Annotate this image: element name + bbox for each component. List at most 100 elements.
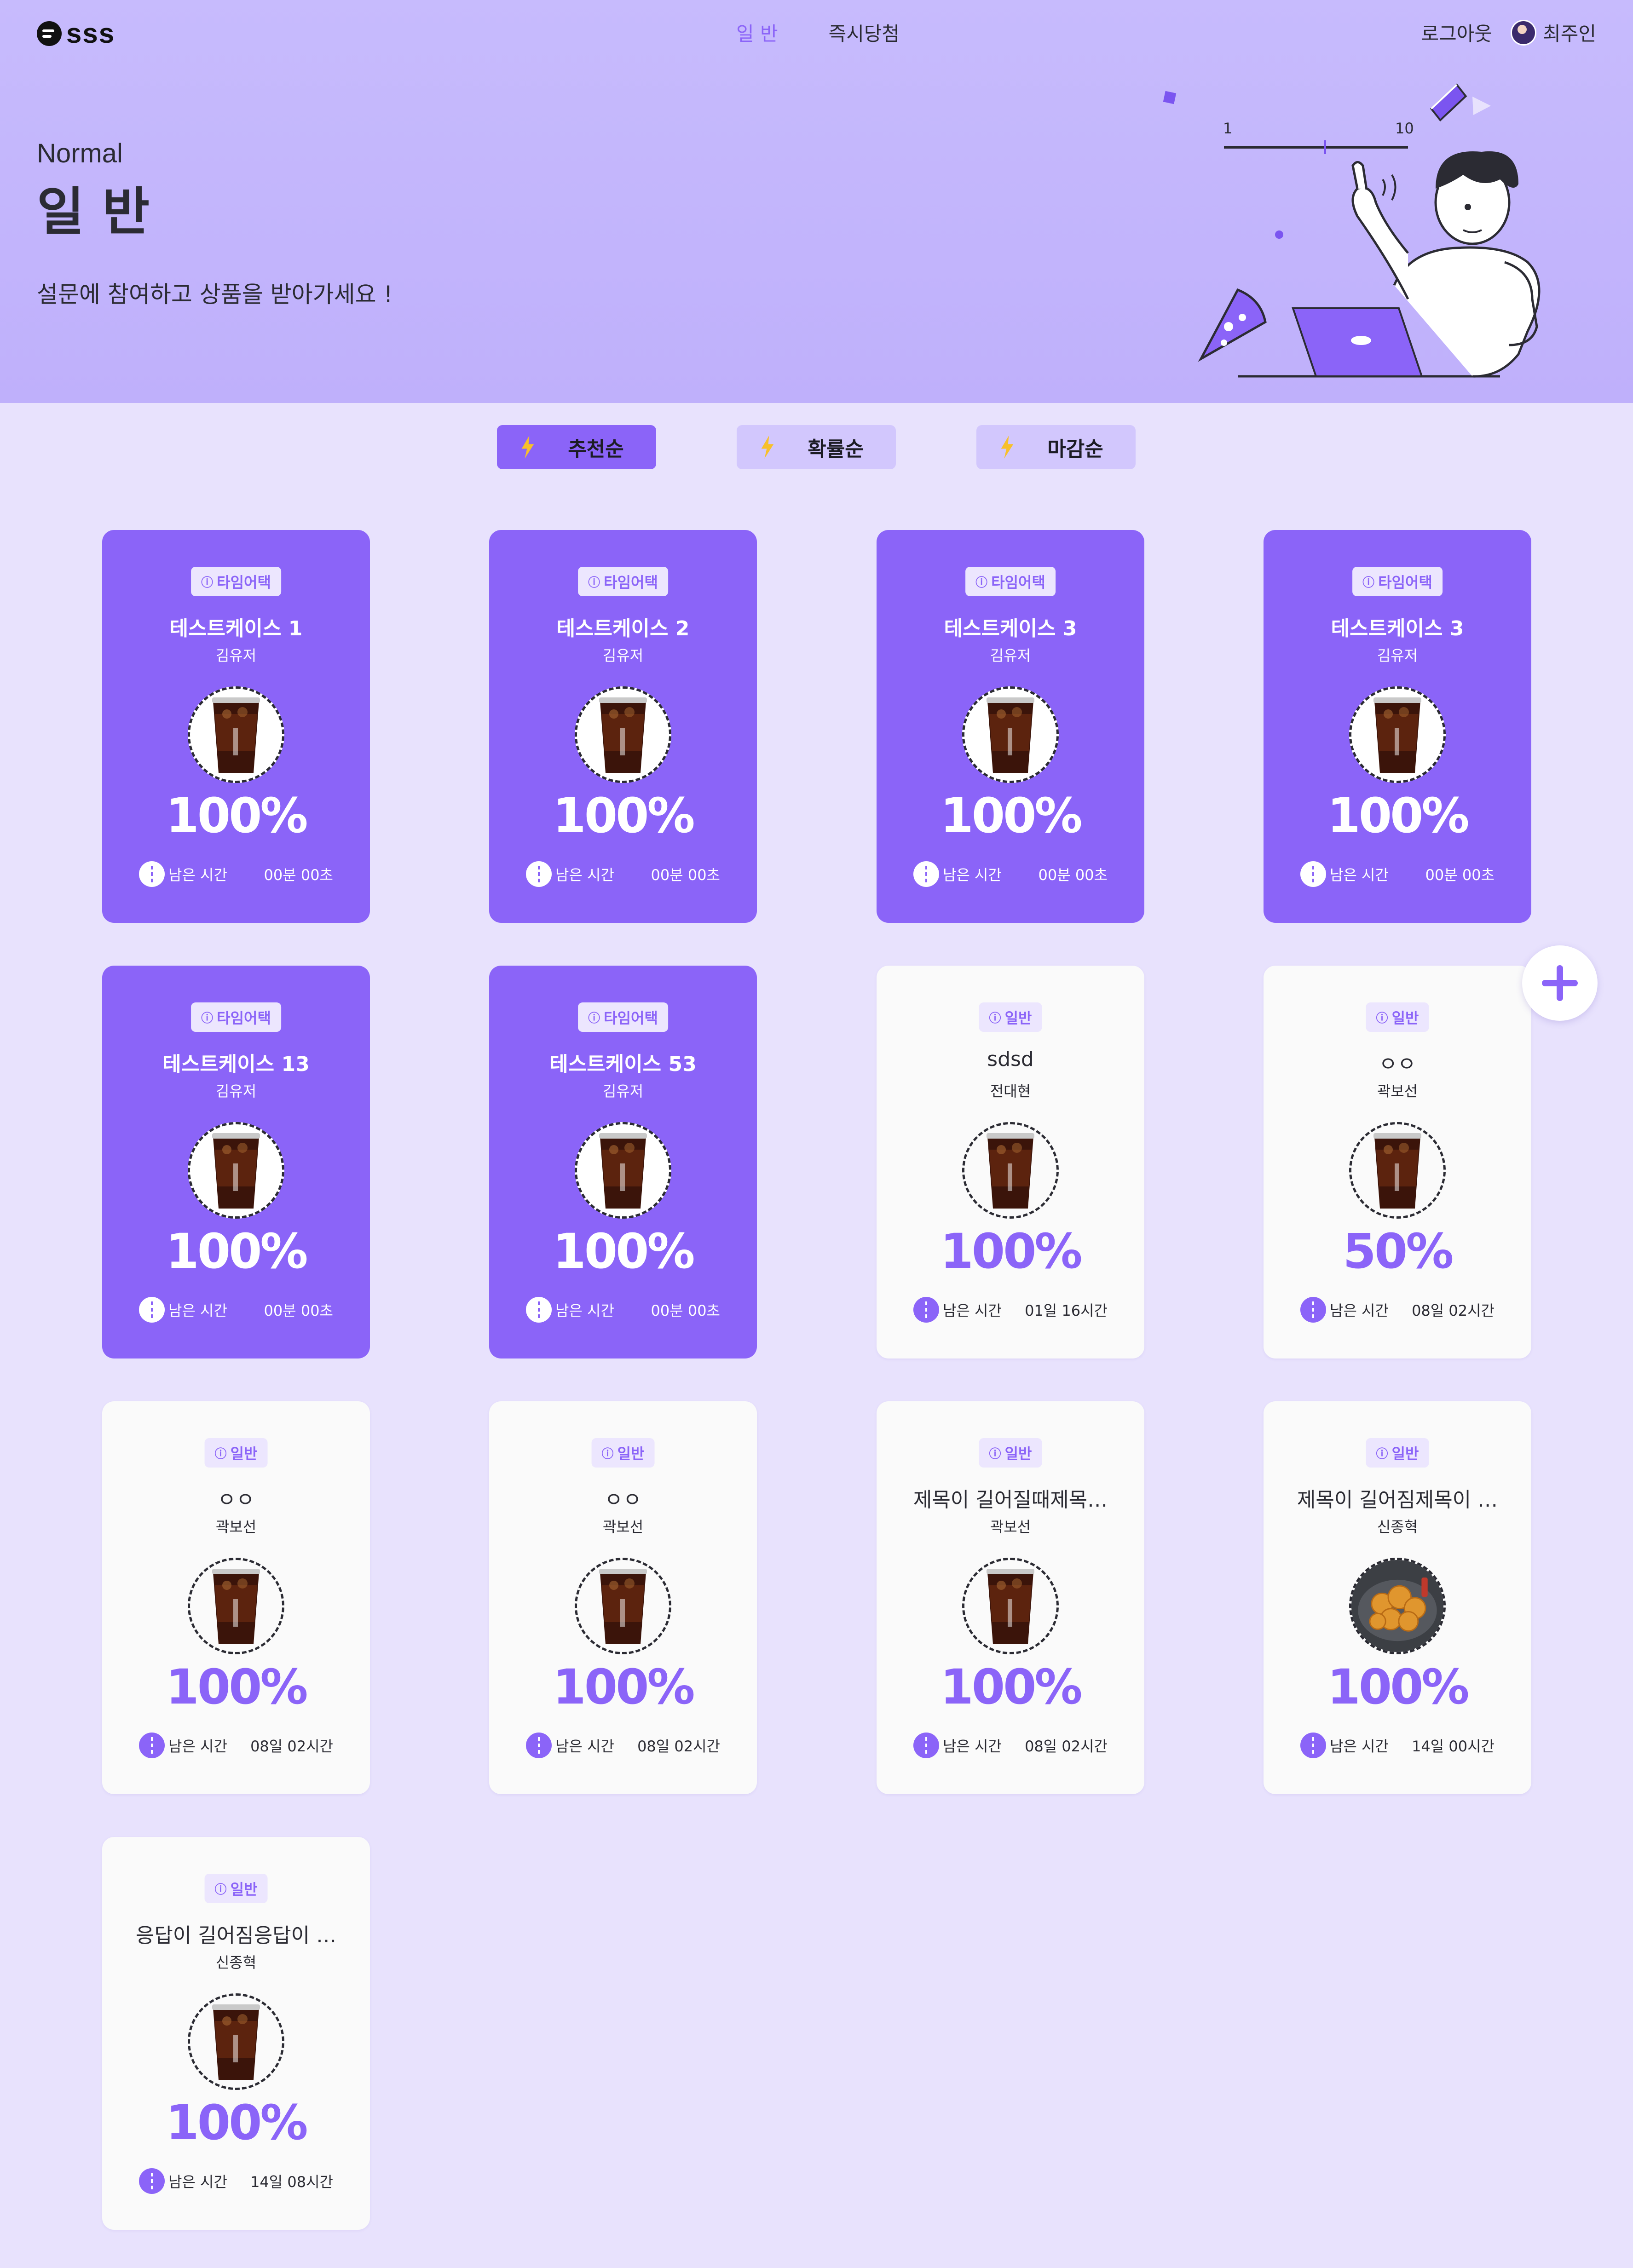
remaining-label: 남은 시간 [168,1738,227,1755]
sort-tab-probability[interactable]: 확률순 [737,425,896,469]
category-badge-label: 일반 [1391,1445,1419,1462]
remaining-label: 남은 시간 [943,1302,1002,1319]
survey-card[interactable]: ⓘ 일반 sdsd 전대현 100% 남은 시간 01일 16시간 [877,966,1144,1358]
sort-tab-deadline[interactable]: 마감순 [976,425,1136,469]
tag-icon: ⓘ [588,576,600,590]
user-profile[interactable]: 최주인 [1511,18,1596,46]
card-author: 신종혁 [1377,1518,1418,1536]
survey-card[interactable]: ⓘ 타임어택 테스트케이스 13 김유저 100% 남은 시간 00분 00초 [102,966,370,1358]
card-author: 신종혁 [215,1954,257,1971]
card-footer: 남은 시간 08일 02시간 [1300,1297,1495,1323]
remaining-time: 08일 02시간 [1412,1302,1495,1319]
card-title: ㅇㅇ [1379,1053,1416,1076]
tag-icon: ⓘ [601,1447,614,1461]
remaining-time: 00분 00초 [651,1302,721,1319]
card-author: 김유저 [215,647,257,664]
plus-icon [1542,965,1578,1001]
category-badge-label: 타임어택 [604,574,658,591]
iced-coffee-icon [987,1569,1034,1644]
card-title: 제목이 길어질때제목… [913,1488,1108,1512]
survey-card[interactable]: ⓘ 타임어택 테스트케이스 1 김유저 100% 남은 시간 00분 00초 [102,530,370,923]
timer-icon [1300,1297,1326,1323]
tag-icon: ⓘ [201,576,214,590]
survey-card[interactable]: ⓘ 타임어택 테스트케이스 2 김유저 100% 남은 시간 00분 00초 [489,530,757,923]
survey-card[interactable]: ⓘ 일반 ㅇㅇ 곽보선 100% 남은 시간 08일 02시간 [489,1401,757,1794]
iced-coffee-icon [987,1133,1034,1209]
survey-card[interactable]: ⓘ 일반 ㅇㅇ 곽보선 100% 남은 시간 08일 02시간 [102,1401,370,1794]
survey-card[interactable]: ⓘ 일반 제목이 길어질때제목… 곽보선 100% 남은 시간 08일 02시간 [877,1401,1144,1794]
survey-card[interactable]: ⓘ 일반 응답이 길어짐응답이 … 신종혁 100% 남은 시간 14일 08시… [102,1837,370,2230]
survey-card[interactable]: ⓘ 타임어택 테스트케이스 53 김유저 100% 남은 시간 00분 00초 [489,966,757,1358]
category-badge-label: 일반 [1391,1009,1419,1027]
product-image [1349,1122,1446,1219]
product-image [188,1993,284,2090]
add-survey-button[interactable] [1522,945,1598,1021]
timer-icon [139,2168,165,2194]
fried-chicken-icon [1351,1560,1443,1652]
product-image [188,686,284,783]
win-rate: 100% [1327,1659,1469,1715]
timer-icon [913,1297,939,1323]
sort-tab-recommended[interactable]: 추천순 [497,425,656,469]
category-badge: ⓘ 일반 [591,1438,655,1468]
survey-card[interactable]: ⓘ 일반 ㅇㅇ 곽보선 50% 남은 시간 08일 02시간 [1264,966,1531,1358]
card-author: 곽보선 [990,1518,1031,1536]
card-author: 김유저 [215,1082,257,1100]
survey-card[interactable]: ⓘ 일반 제목이 길어짐제목이 … 신종혁 100% 남은 시간 14일 00시… [1264,1401,1531,1794]
remaining-time: 00분 00초 [264,866,334,884]
logo[interactable]: sss [37,17,115,49]
category-badge-label: 일반 [230,1881,258,1898]
product-image [962,686,1059,783]
remaining-label: 남은 시간 [1330,1738,1389,1755]
timer-icon [526,1297,552,1323]
card-title: ㅇㅇ [604,1488,642,1512]
remaining-label: 남은 시간 [943,1738,1002,1755]
product-image [188,1558,284,1654]
nav-item-normal[interactable]: 일 반 [736,18,778,46]
win-rate: 100% [553,788,695,844]
category-badge-label: 타임어택 [1378,574,1432,591]
account-menu: 로그아웃 최주인 [1421,18,1596,46]
tag-icon: ⓘ [1376,1011,1388,1025]
category-badge: ⓘ 일반 [979,1438,1042,1468]
category-badge-label: 일반 [617,1445,645,1462]
category-badge: ⓘ 타임어택 [191,1002,281,1032]
card-footer: 남은 시간 00분 00초 [526,1297,720,1323]
iced-coffee-icon [212,1133,260,1209]
card-title: ㅇㅇ [217,1488,255,1512]
iced-coffee-icon [599,1569,647,1644]
remaining-time: 01일 16시간 [1025,1302,1108,1319]
card-author: 곽보선 [602,1518,644,1536]
card-footer: 남은 시간 00분 00초 [526,861,720,887]
nav-item-instant-win[interactable]: 즉시당첨 [829,18,900,46]
iced-coffee-icon [1373,697,1421,773]
card-author: 전대현 [990,1082,1031,1100]
card-footer: 남은 시간 01일 16시간 [913,1297,1108,1323]
category-badge-label: 타임어택 [991,574,1045,591]
survey-card[interactable]: ⓘ 타임어택 테스트케이스 3 김유저 100% 남은 시간 00분 00초 [877,530,1144,923]
win-rate: 100% [553,1223,695,1279]
timer-icon [139,861,165,887]
category-badge-label: 타임어택 [217,1009,271,1027]
iced-coffee-icon [212,1569,260,1644]
lightning-icon [521,436,534,459]
card-author: 김유저 [602,647,644,664]
logout-link[interactable]: 로그아웃 [1421,18,1493,46]
survey-card[interactable]: ⓘ 타임어택 테스트케이스 3 김유저 100% 남은 시간 00분 00초 [1264,530,1531,923]
card-footer: 남은 시간 00분 00초 [139,1297,333,1323]
hero-subtitle: Normal [37,138,123,168]
card-title: 테스트케이스 1 [169,617,303,640]
lightning-icon [761,436,774,459]
card-footer: 남은 시간 14일 00시간 [1300,1733,1495,1758]
category-badge-label: 일반 [1004,1445,1032,1462]
product-image [962,1122,1059,1219]
hero-description: 설문에 참여하고 상품을 받아가세요 ! [37,281,393,308]
timer-icon [1300,861,1326,887]
category-badge: ⓘ 타임어택 [578,567,668,596]
top-nav: 일 반 즉시당첨 [736,18,900,46]
win-rate: 100% [553,1659,695,1715]
product-image [1349,1558,1446,1654]
iced-coffee-icon [1373,1133,1421,1209]
remaining-time: 00분 00초 [264,1302,334,1319]
tag-icon: ⓘ [989,1447,1001,1461]
